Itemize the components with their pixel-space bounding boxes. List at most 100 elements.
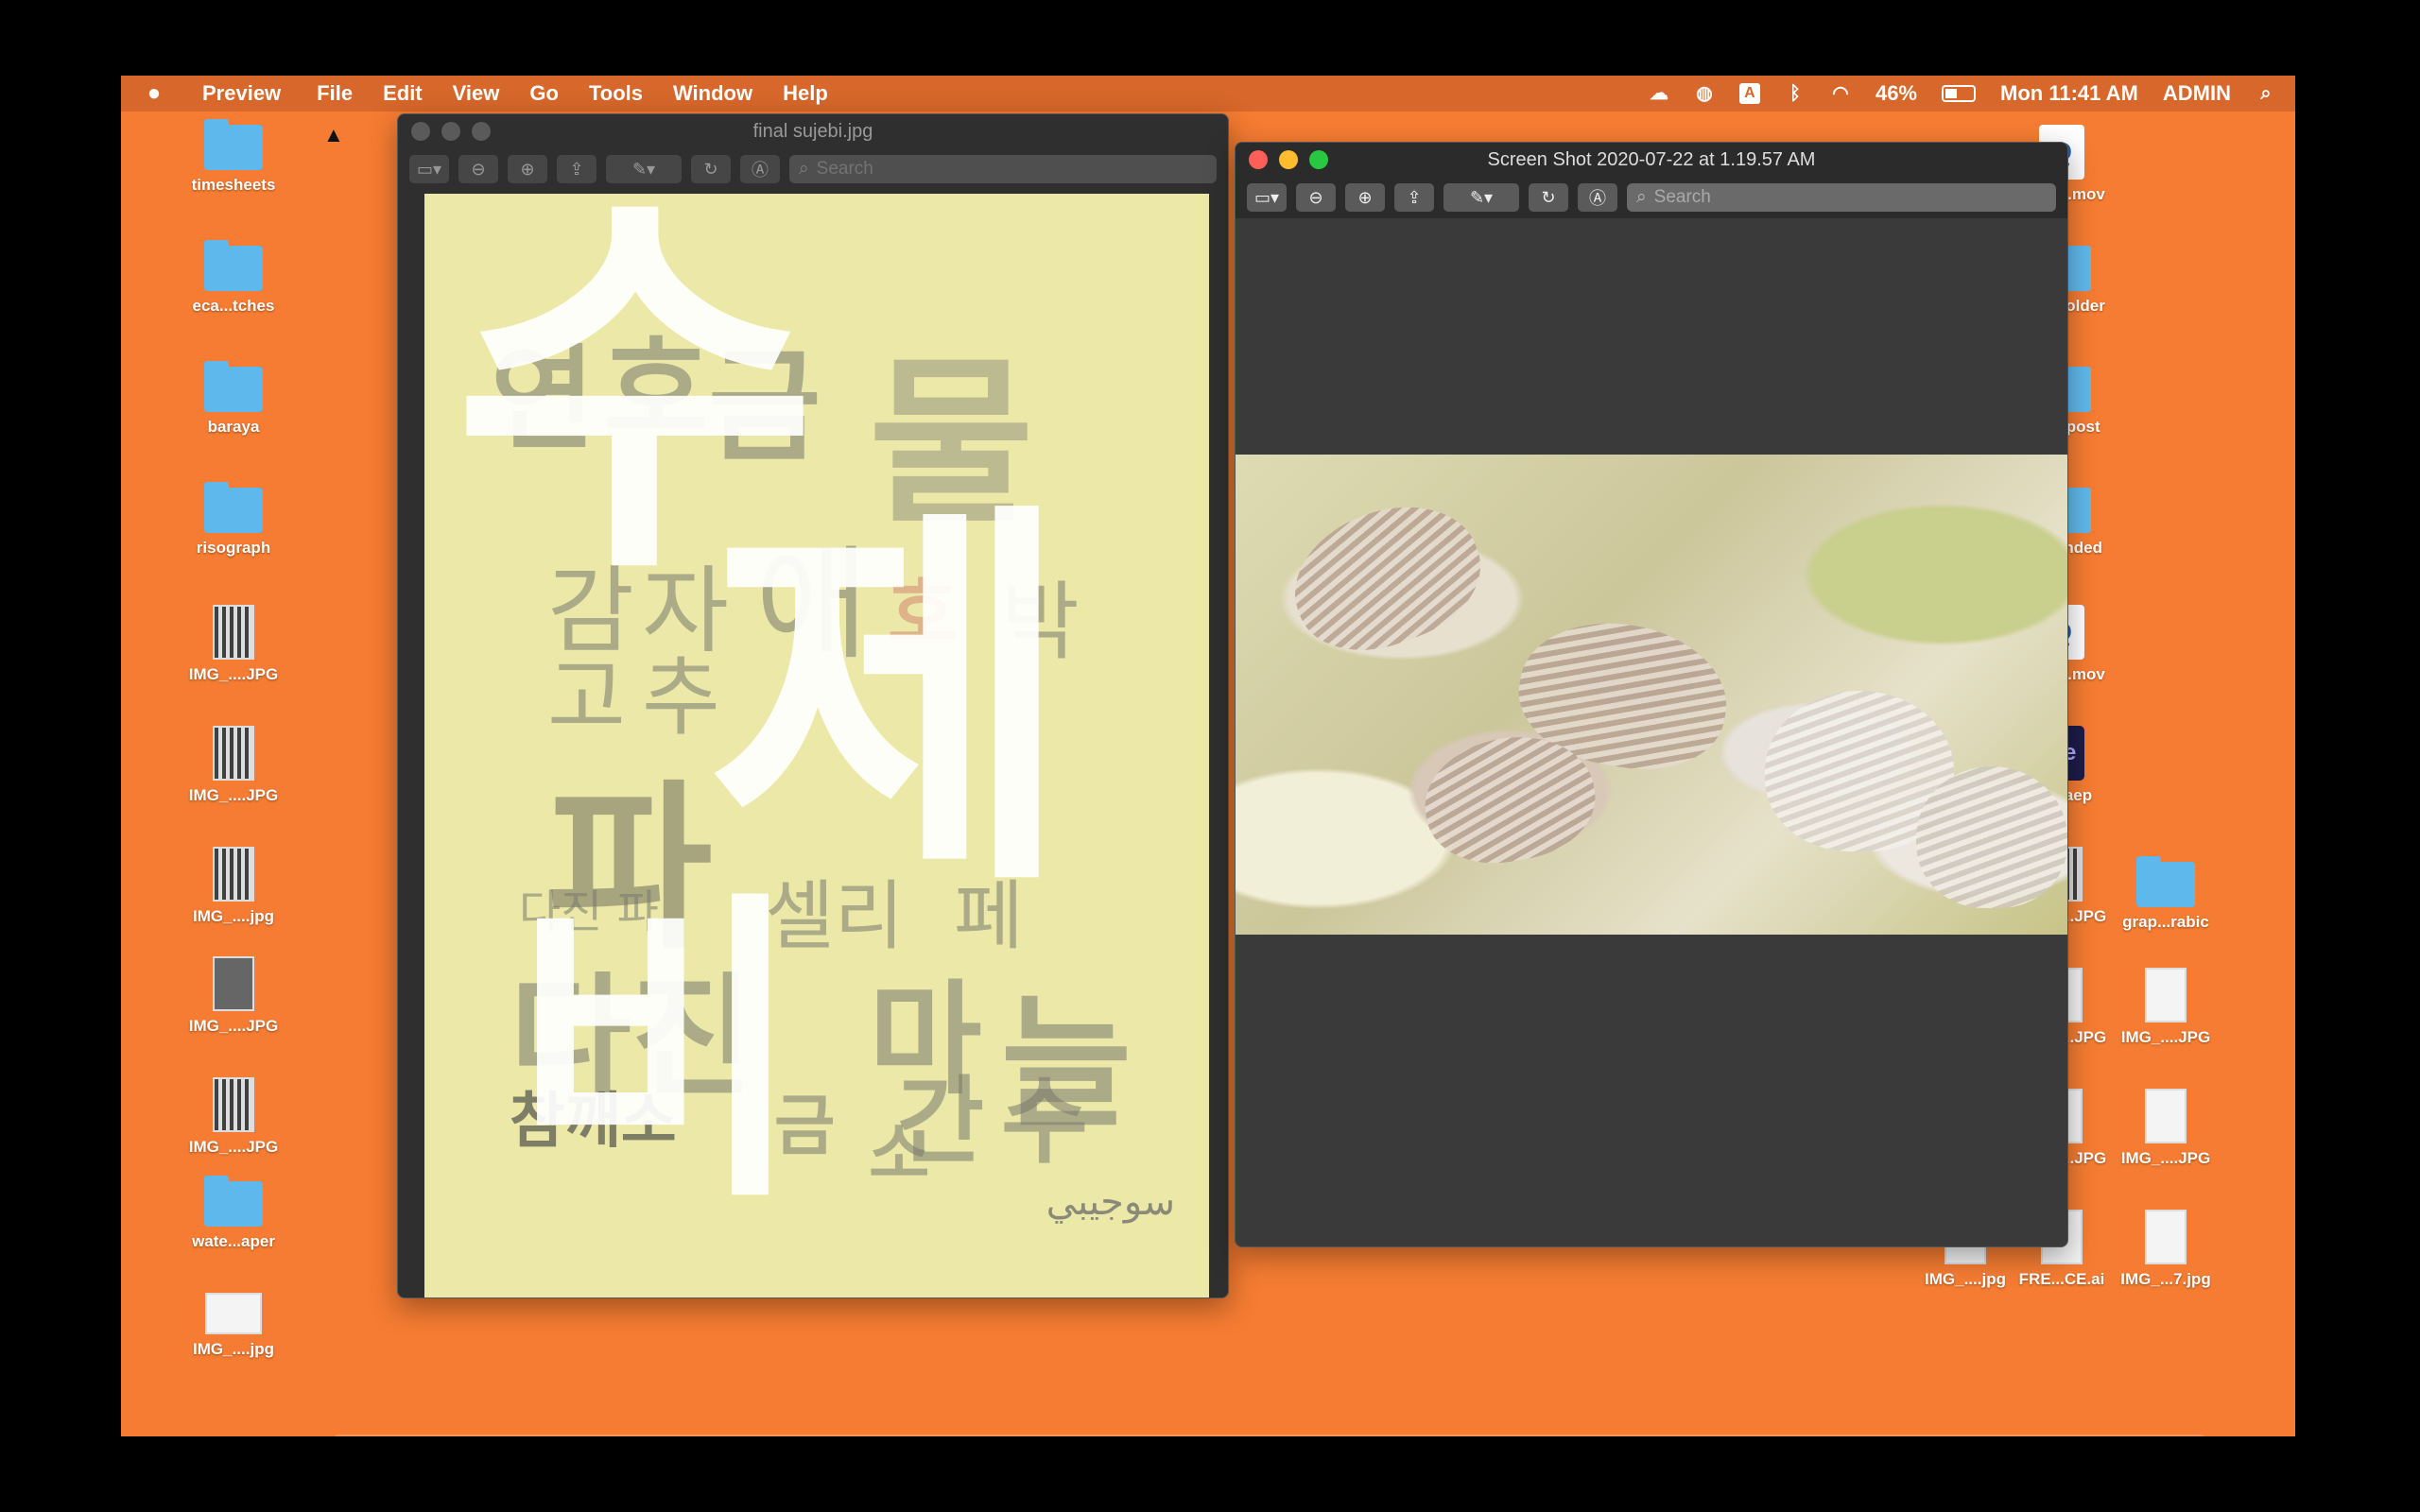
preview-window-screenshot[interactable]: Screen Shot 2020-07-22 at 1.19.57 AM ▭▾ … [1235, 142, 2068, 1247]
menu-tools[interactable]: Tools [574, 81, 658, 106]
image-file-icon [213, 1077, 254, 1132]
desktop-icon-label: IMG_....JPG [2120, 1028, 2211, 1046]
image-file-icon [2145, 1089, 2187, 1143]
desktop-icon[interactable]: timesheets [163, 119, 304, 195]
menu-bar: ● Preview File Edit View Go Tools Window… [121, 76, 2295, 112]
poster-image: 연 호 금 물 감 자 애 호 박 고 추 파 다진 파 셀리 페 다진 마 늘… [424, 194, 1209, 1297]
share-icon[interactable]: ⇪ [1394, 183, 1434, 212]
desktop-icon-label: IMG_....JPG [188, 665, 279, 683]
image-file-icon [213, 847, 254, 902]
desktop-icon[interactable]: IMG_....JPG [2095, 1089, 2237, 1168]
desktop-icon[interactable]: risograph [163, 482, 304, 558]
user-name[interactable]: ADMIN [2163, 81, 2231, 106]
desktop-icon-label: timesheets [191, 176, 276, 194]
menu-file[interactable]: File [302, 81, 368, 106]
rotate-icon[interactable]: ↻ [691, 155, 731, 183]
window-titlebar[interactable]: Screen Shot 2020-07-22 at 1.19.57 AM [1236, 143, 2067, 177]
preview-window-poster[interactable]: final sujebi.jpg ▭▾ ⊖ ⊕ ⇪ ✎▾ ↻ Ⓐ ⌕ 연 호 금… [397, 113, 1229, 1298]
desktop-icon-label: wate...aper [192, 1232, 275, 1250]
window-toolbar: ▭▾ ⊖ ⊕ ⇪ ✎▾ ↻ Ⓐ ⌕ [398, 148, 1228, 190]
menu-edit[interactable]: Edit [368, 81, 438, 106]
desktop-icon-label: IMG_....jpg [193, 907, 274, 925]
sidebar-toggle-icon[interactable]: ▭▾ [409, 155, 449, 183]
image-file-icon [213, 726, 254, 781]
zoom-out-icon[interactable]: ⊖ [458, 155, 498, 183]
apple-icon[interactable]: ● [121, 80, 187, 107]
desktop-icon[interactable]: baraya [163, 361, 304, 437]
desktop-icon-label: IMG_....JPG [2120, 1149, 2211, 1167]
clam-shape [1275, 483, 1498, 672]
poster-word: 수 [1001, 1066, 1088, 1177]
wifi-icon[interactable]: ◠ [1830, 83, 1851, 104]
battery-icon[interactable] [1942, 85, 1976, 102]
desktop-icon-label: grap...rabic [2122, 913, 2209, 931]
menu-app-preview[interactable]: Preview [187, 81, 302, 106]
clock[interactable]: Mon 11:41 AM [2000, 81, 2138, 106]
folder-icon [204, 240, 263, 291]
desktop-icon-label: IMG_....jpg [193, 1340, 274, 1358]
desktop-icon-label: eca...tches [192, 297, 275, 315]
rotate-icon[interactable]: ↻ [1529, 183, 1568, 212]
search-field[interactable]: ⌕ [1627, 183, 2056, 212]
folder-icon [204, 482, 263, 533]
search-icon: ⌕ [799, 159, 809, 179]
poster-word: 소 [869, 1115, 930, 1193]
search-icon: ⌕ [1636, 187, 1647, 207]
folder-icon [204, 1176, 263, 1227]
food-photo [1236, 455, 2067, 935]
mouse-cursor-icon: ▲ [323, 123, 344, 146]
annotate-icon[interactable]: Ⓐ [740, 155, 780, 183]
image-file-icon [205, 1293, 262, 1334]
window-titlebar[interactable]: final sujebi.jpg [398, 114, 1228, 148]
creative-cloud-icon[interactable]: ☁ [1649, 83, 1669, 104]
desktop-icon[interactable]: IMG_....JPG [2095, 968, 2237, 1047]
poster-title-char: 비 [510, 867, 805, 1241]
desktop-icon[interactable]: IMG_....jpg [163, 847, 304, 926]
input-source-icon[interactable]: A [1738, 83, 1760, 104]
desktop-icon[interactable]: IMG_....JPG [163, 605, 304, 684]
desktop-icon[interactable]: IMG_....JPG [163, 726, 304, 805]
menu-view[interactable]: View [438, 81, 515, 106]
desktop-icon-label: IMG_....JPG [188, 1017, 279, 1035]
desktop: ● Preview File Edit View Go Tools Window… [121, 76, 2295, 1436]
desktop-icon[interactable]: IMG_....jpg [163, 1293, 304, 1359]
desktop-icon[interactable]: IMG_....JPG [163, 1077, 304, 1157]
image-file-icon [2145, 1210, 2187, 1264]
markup-pen-icon[interactable]: ✎▾ [606, 155, 682, 183]
share-icon[interactable]: ⇪ [557, 155, 596, 183]
annotate-icon[interactable]: Ⓐ [1578, 183, 1617, 212]
search-input[interactable] [1653, 187, 2047, 208]
spotlight-search-icon[interactable]: ⌕ [2256, 83, 2276, 104]
folder-icon [204, 119, 263, 170]
search-input[interactable] [816, 159, 1207, 180]
search-field[interactable]: ⌕ [789, 155, 1217, 183]
globe-icon[interactable]: ◍ [1694, 83, 1715, 104]
image-file-icon [213, 605, 254, 660]
desktop-icon-label: IMG_...7.jpg [2120, 1270, 2211, 1288]
image-file-icon [213, 956, 254, 1011]
bluetooth-icon[interactable]: ᛒ [1785, 83, 1806, 104]
clam-shape [1916, 766, 2067, 908]
desktop-icon[interactable]: IMG_...7.jpg [2095, 1210, 2237, 1289]
zoom-in-icon[interactable]: ⊕ [1345, 183, 1385, 212]
sidebar-toggle-icon[interactable]: ▭▾ [1247, 183, 1287, 212]
desktop-icon[interactable]: eca...tches [163, 240, 304, 316]
battery-percent[interactable]: 46% [1876, 81, 1917, 106]
desktop-icon-label: baraya [207, 418, 260, 436]
folder-icon [2136, 856, 2195, 907]
menu-go[interactable]: Go [514, 81, 574, 106]
desktop-icon[interactable]: wate...aper [163, 1176, 304, 1251]
desktop-icon[interactable]: grap...rabic [2095, 856, 2237, 932]
window-title: Screen Shot 2020-07-22 at 1.19.57 AM [1487, 148, 1816, 170]
status-area: ☁ ◍ A ᛒ ◠ 46% Mon 11:41 AM ADMIN ⌕ [1649, 76, 2276, 112]
zoom-in-icon[interactable]: ⊕ [508, 155, 547, 183]
menu-window[interactable]: Window [658, 81, 768, 106]
zoom-out-icon[interactable]: ⊖ [1296, 183, 1336, 212]
desktop-icon-label: IMG_....JPG [188, 1138, 279, 1156]
image-file-icon [2145, 968, 2187, 1022]
markup-pen-icon[interactable]: ✎▾ [1443, 183, 1519, 212]
folder-icon [204, 361, 263, 412]
menu-help[interactable]: Help [768, 81, 843, 106]
desktop-icon-label: IMG_....JPG [188, 786, 279, 804]
desktop-icon[interactable]: IMG_....JPG [163, 956, 304, 1036]
